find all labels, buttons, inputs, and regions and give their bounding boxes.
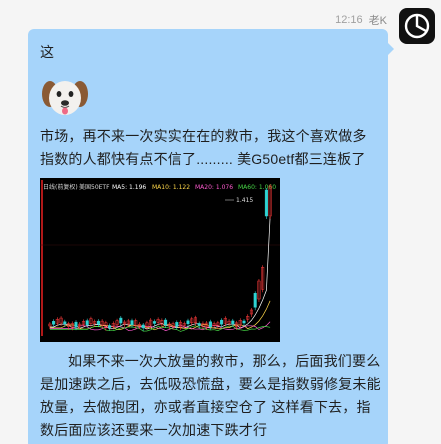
ma5-label: MA5: 1.196 <box>112 184 146 191</box>
candle <box>175 322 179 327</box>
candle <box>253 293 257 308</box>
chart-name-label: 美国50ETF <box>79 183 110 191</box>
message-bubble[interactable]: 这 市场，再不来一次实实在在的救市，我这个喜欢做多指数的人都快有点不信了....… <box>28 29 394 444</box>
message-paragraph-2: 如果不来一次大放量的救市，那么，后面我们要么是加速跌之后，去低吸恐慌盘，要么是指… <box>40 353 381 438</box>
candle <box>52 321 56 325</box>
message-line-1: 这 <box>40 44 55 60</box>
candle <box>96 320 100 325</box>
ma-line <box>49 216 271 330</box>
peak-price-label: 1.415 <box>236 197 253 204</box>
candles <box>48 184 272 331</box>
candle <box>164 319 168 326</box>
ma20-label: MA20: 1.076 <box>195 184 233 191</box>
candle <box>108 325 112 328</box>
candle <box>130 320 134 325</box>
sender-avatar[interactable] <box>399 8 435 44</box>
candle <box>119 317 123 324</box>
message-paragraph-1: 市场，再不来一次实实在在的救市，我这个喜欢做多指数的人都快有点不信了......… <box>40 128 367 167</box>
dog-emoji <box>40 72 90 122</box>
message-header: 12:16 老K <box>335 12 387 28</box>
candle <box>264 189 268 217</box>
message-time: 12:16 <box>335 14 363 26</box>
candle <box>231 320 235 325</box>
candle <box>242 320 246 324</box>
candle <box>220 319 224 325</box>
candle <box>186 320 190 325</box>
candle <box>85 320 89 325</box>
candle <box>152 321 156 324</box>
candle <box>74 321 78 328</box>
sender-name: 老K <box>368 15 387 27</box>
ma10-label: MA10: 1.122 <box>152 184 190 191</box>
stock-chart-image[interactable]: 日线(前复权) 美国50ETF MA5: 1.196 MA10: 1.122 M… <box>40 178 280 342</box>
candle <box>141 324 145 329</box>
bubble-tail <box>388 43 394 55</box>
candle <box>208 321 212 327</box>
candle <box>63 321 67 324</box>
chart-period-label: 日线(前复权) <box>43 183 78 191</box>
ma-lines <box>49 216 271 332</box>
chart-left-border <box>41 180 43 336</box>
candle <box>197 323 201 326</box>
ma60-label: MA60: 1.060 <box>238 184 276 191</box>
avatar-logo-icon <box>404 13 430 39</box>
stock-chart-svg: 日线(前复权) 美国50ETF MA5: 1.196 MA10: 1.122 M… <box>40 180 280 336</box>
